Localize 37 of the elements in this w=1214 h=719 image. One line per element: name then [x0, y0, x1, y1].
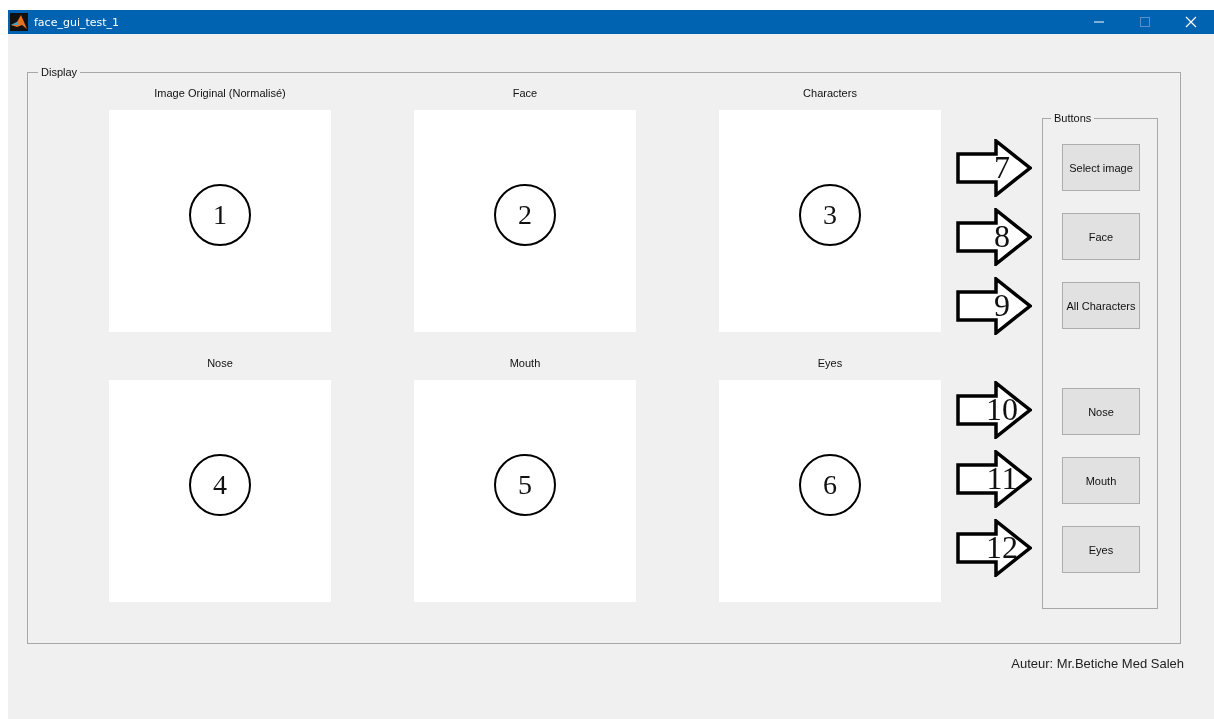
axes-title: Mouth	[509, 356, 541, 370]
circled-number: 2	[494, 184, 556, 246]
arrow-icon	[956, 208, 1032, 266]
circled-number: 1	[189, 184, 251, 246]
push-button[interactable]: Select image	[1062, 144, 1140, 191]
panel-title: Display	[38, 65, 81, 79]
arrow-icon	[956, 519, 1032, 577]
callout-number: 8	[993, 217, 1011, 256]
push-button[interactable]: Eyes	[1062, 526, 1140, 573]
close-icon[interactable]	[1184, 15, 1198, 29]
callout-number: 12	[985, 528, 1019, 567]
callout-number: 10	[985, 390, 1019, 429]
axes-title: Characters	[803, 86, 857, 100]
circled-number: 6	[799, 454, 861, 516]
circled-number: 4	[189, 454, 251, 516]
axes-title: Eyes	[817, 356, 843, 370]
window-title: face_gui_test_1	[34, 15, 120, 29]
callout-number: 9	[993, 286, 1011, 325]
circled-number: 5	[494, 454, 556, 516]
push-button[interactable]: Nose	[1062, 388, 1140, 435]
arrow-icon	[956, 381, 1032, 439]
axes-title: Nose	[207, 356, 233, 370]
circled-number: 3	[799, 184, 861, 246]
axes-title: Image Original (Normalisé)	[154, 86, 286, 100]
app-icon	[10, 13, 28, 31]
axes-title: Face	[512, 86, 538, 100]
author-label: Auteur: Mr.Betiche Med Saleh	[1010, 656, 1184, 671]
push-button[interactable]: Face	[1062, 213, 1140, 260]
callout-number: 11	[985, 459, 1019, 498]
push-button[interactable]: Mouth	[1062, 457, 1140, 504]
panel-title: Buttons	[1051, 111, 1095, 125]
callout-number: 7	[993, 148, 1011, 187]
push-button[interactable]: All Characters	[1062, 282, 1140, 329]
arrow-icon	[956, 139, 1032, 197]
arrow-icon	[956, 277, 1032, 335]
arrow-icon	[956, 450, 1032, 508]
maximize-icon[interactable]	[1138, 15, 1152, 29]
